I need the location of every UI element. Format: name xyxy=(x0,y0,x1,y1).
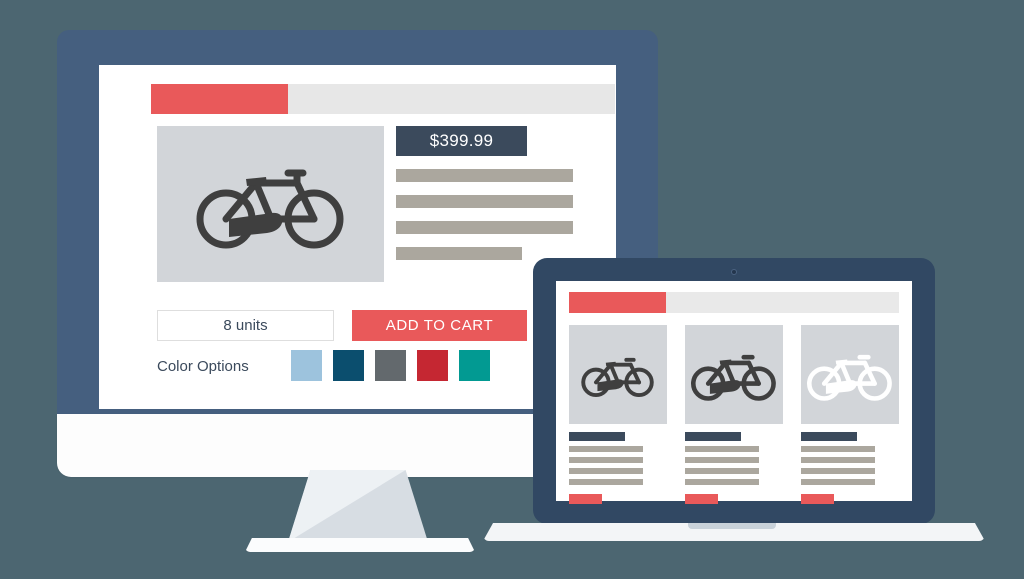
description-line xyxy=(396,169,573,182)
laptop-header-bar-fill xyxy=(569,292,667,313)
product-card[interactable] xyxy=(685,325,783,504)
bicycle-icon xyxy=(581,357,654,397)
description-line xyxy=(396,195,573,208)
add-to-cart-button[interactable]: ADD TO CART xyxy=(352,310,527,341)
product-card-title xyxy=(569,432,625,441)
product-card[interactable] xyxy=(801,325,899,504)
description-line xyxy=(396,247,522,260)
product-card-title xyxy=(685,432,741,441)
product-card-button[interactable] xyxy=(569,494,602,504)
product-card-line xyxy=(569,468,643,474)
product-card-image xyxy=(801,325,899,424)
description-line xyxy=(396,221,573,234)
product-card-line xyxy=(685,468,759,474)
color-swatch-gray[interactable] xyxy=(375,350,406,381)
product-card-image xyxy=(685,325,783,424)
bicycle-icon xyxy=(196,169,343,249)
product-card-list xyxy=(569,325,899,504)
laptop-screen xyxy=(556,281,912,504)
product-image[interactable] xyxy=(157,126,384,282)
laptop-base-notch xyxy=(688,523,776,529)
monitor-stand xyxy=(288,470,428,542)
product-card-line xyxy=(801,479,875,485)
product-card[interactable] xyxy=(569,325,667,504)
monitor-stand-highlight xyxy=(288,470,406,542)
webcam-icon xyxy=(731,269,737,275)
product-card-line xyxy=(685,457,759,463)
color-swatch-teal[interactable] xyxy=(459,350,490,381)
monitor-header-bar-fill xyxy=(151,84,288,114)
product-card-button[interactable] xyxy=(685,494,718,504)
product-card-line xyxy=(685,479,759,485)
color-swatch-group xyxy=(291,350,490,381)
product-card-line xyxy=(801,446,875,452)
product-card-line xyxy=(685,446,759,452)
product-card-line xyxy=(569,479,643,485)
monitor-header-bar xyxy=(151,84,615,114)
color-swatch-red[interactable] xyxy=(417,350,448,381)
product-card-line xyxy=(801,468,875,474)
color-swatch-light-blue[interactable] xyxy=(291,350,322,381)
bicycle-icon xyxy=(691,354,776,401)
laptop-header-bar xyxy=(569,292,899,313)
laptop xyxy=(533,258,935,524)
product-card-line xyxy=(569,457,643,463)
product-card-title xyxy=(801,432,857,441)
scene: $399.99 8 units ADD TO CART Color Option… xyxy=(0,0,1024,579)
price-badge: $399.99 xyxy=(396,126,527,156)
monitor-base xyxy=(245,538,475,552)
product-card-button[interactable] xyxy=(801,494,834,504)
bicycle-icon xyxy=(807,354,892,401)
quantity-input[interactable]: 8 units xyxy=(157,310,334,341)
product-card-image xyxy=(569,325,667,424)
color-options-label: Color Options xyxy=(157,358,249,375)
product-card-line xyxy=(801,457,875,463)
product-card-line xyxy=(569,446,643,452)
color-swatch-navy-blue[interactable] xyxy=(333,350,364,381)
